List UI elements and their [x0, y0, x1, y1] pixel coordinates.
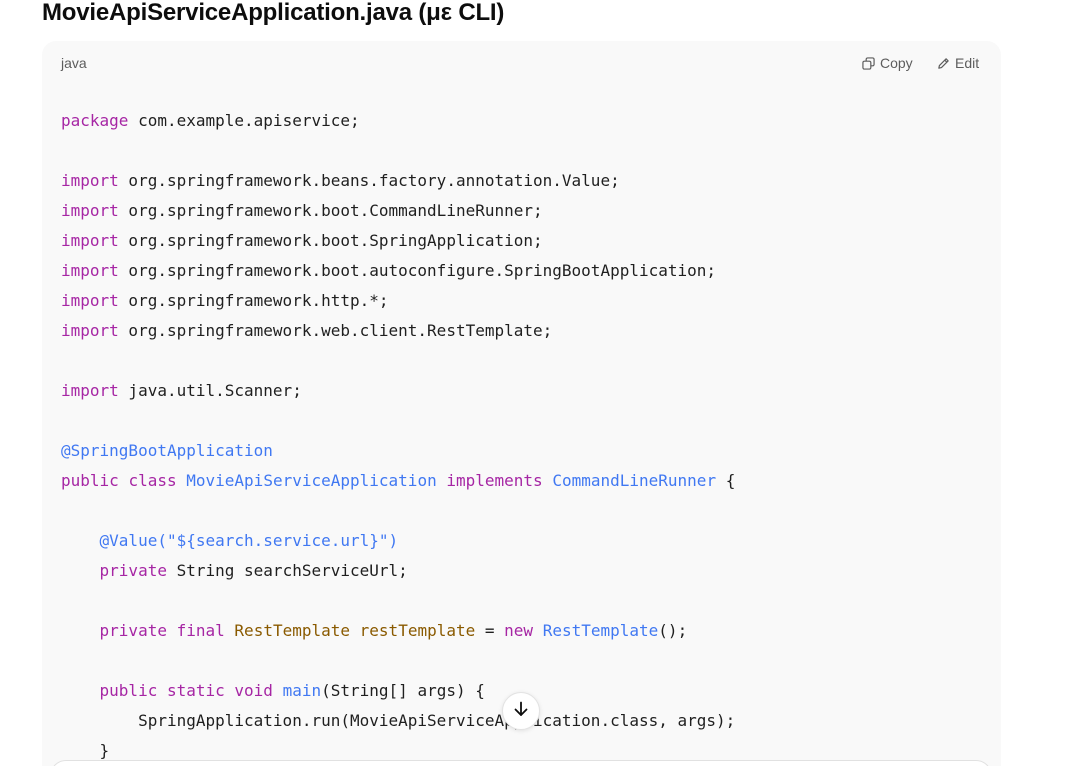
arrow-down-icon [512, 700, 530, 723]
code-line: import java.util.Scanner; [61, 376, 735, 406]
code-token: org.springframework.web.client.RestTempl… [118, 321, 553, 340]
code-token: class [128, 471, 177, 490]
code-line: package com.example.apiservice; [61, 106, 735, 136]
code-token: org.springframework.boot.autoconfigure.S… [118, 261, 717, 280]
code-line: public class MovieApiServiceApplication … [61, 466, 735, 496]
code-token: private [99, 621, 167, 640]
code-token: import [61, 291, 119, 310]
code-token: ("${search.service.url}") [157, 531, 399, 550]
code-token: void [234, 681, 273, 700]
code-token: (String[] args) { [321, 681, 485, 700]
code-token: { [716, 471, 736, 490]
page-title: MovieApiServiceApplication.java (με CLI) [42, 0, 505, 26]
code-line: public static void main(String[] args) { [61, 676, 735, 706]
code-token: org.springframework.boot.SpringApplicati… [118, 231, 543, 250]
code-token: package [61, 111, 129, 130]
copy-icon [862, 56, 875, 70]
copy-button-label: Copy [880, 55, 913, 71]
edit-button[interactable]: Edit [937, 53, 979, 73]
code-token: import [61, 231, 119, 250]
code-block: java Copy Edit package com.example.apise… [42, 41, 1001, 766]
code-token: static [166, 681, 225, 700]
code-line: import org.springframework.http.*; [61, 286, 735, 316]
code-token: final [176, 621, 225, 640]
code-line: @Value("${search.service.url}") [61, 526, 735, 556]
code-token: import [61, 381, 119, 400]
code-line: import org.springframework.beans.factory… [61, 166, 735, 196]
code-token: public [99, 681, 158, 700]
code-token: MovieApiServiceApplication [186, 471, 437, 490]
code-token: public [61, 471, 119, 490]
code-token: import [61, 171, 119, 190]
scroll-to-bottom-button[interactable] [502, 692, 540, 730]
code-token: } [61, 741, 110, 760]
code-token: import [61, 321, 119, 340]
code-token: (); [658, 621, 688, 640]
code-token: RestTemplate [234, 621, 351, 640]
code-line: import org.springframework.boot.autoconf… [61, 256, 735, 286]
code-token: org.springframework.boot.CommandLineRunn… [118, 201, 543, 220]
pencil-icon [937, 57, 950, 70]
copy-button[interactable]: Copy [862, 53, 913, 73]
code-token: = [475, 621, 505, 640]
code-token: private [99, 561, 167, 580]
code-token: new [504, 621, 534, 640]
code-token: import [61, 261, 119, 280]
code-block-header: java Copy Edit [42, 41, 1001, 85]
code-token: com.example.apiservice; [128, 111, 360, 130]
code-token: restTemplate [359, 621, 476, 640]
code-token: @Value [99, 531, 158, 550]
code-token: org.springframework.http.*; [118, 291, 389, 310]
code-language-label: java [61, 55, 87, 71]
code-token: RestTemplate [542, 621, 659, 640]
code-token: String searchServiceUrl; [166, 561, 408, 580]
code-token: java.util.Scanner; [118, 381, 302, 400]
code-line: private String searchServiceUrl; [61, 556, 735, 586]
code-token: @SpringBootApplication [61, 441, 273, 460]
code-token: org.springframework.beans.factory.annota… [118, 171, 620, 190]
code-token: main [282, 681, 322, 700]
code-line: import org.springframework.web.client.Re… [61, 316, 735, 346]
code-line: private final RestTemplate restTemplate … [61, 616, 735, 646]
code-line: import org.springframework.boot.SpringAp… [61, 226, 735, 256]
code-line: SpringApplication.run(MovieApiServiceApp… [61, 706, 735, 736]
code-token: CommandLineRunner [552, 471, 717, 490]
code-content: package com.example.apiservice; import or… [61, 106, 735, 766]
code-line: import org.springframework.boot.CommandL… [61, 196, 735, 226]
code-token: implements [446, 471, 543, 490]
edit-button-label: Edit [955, 55, 980, 71]
message-composer[interactable] [50, 760, 992, 766]
code-line: @SpringBootApplication [61, 436, 735, 466]
code-token: SpringApplication.run(MovieApiServiceApp… [61, 711, 736, 730]
code-token: import [61, 201, 119, 220]
